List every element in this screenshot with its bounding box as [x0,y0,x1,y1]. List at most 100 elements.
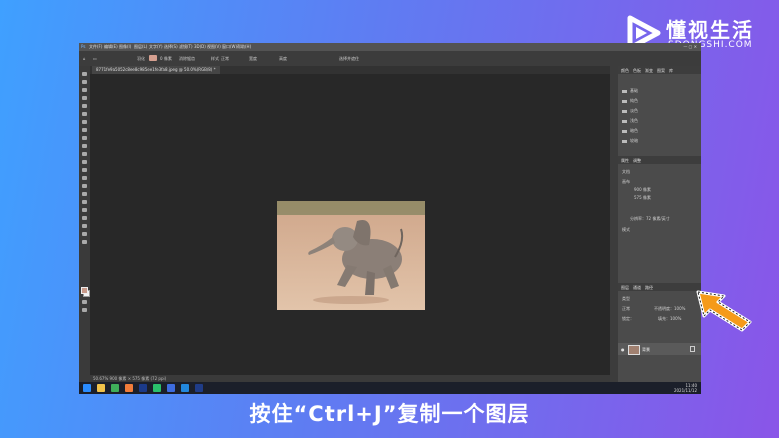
swatch-group[interactable]: 纯色 [622,98,638,104]
tab-paths[interactable]: 路径 [645,285,653,291]
pen-tool-icon[interactable] [82,192,87,196]
pointer-arrow-icon [696,290,752,332]
windows-taskbar: 11:40 2021/11/12 [79,382,701,394]
mode-label: 模式 [622,227,630,232]
brush-tool-icon[interactable] [82,136,87,140]
zoom-tool-icon[interactable] [82,232,87,236]
select-and-mask-button[interactable]: 选择并遮住 [339,56,359,62]
properties-doc-label: 文档 [622,169,630,174]
menu-bar: Ps 文件(F) 编辑(E) 图像(I) 图层(L) 文字(Y) 选择(S) 滤… [79,43,701,51]
menu-3d[interactable]: 3D(D) [194,44,206,49]
healing-brush-icon[interactable] [82,128,87,132]
swatch-group[interactable]: 浅色 [622,118,638,124]
canvas-section-label: 画布 [622,179,630,184]
tab-layers[interactable]: 图层 [621,285,629,291]
tab-patterns[interactable]: 图案 [657,68,665,74]
frame-tool-icon[interactable] [82,112,87,116]
layer-name: 背景 [642,347,650,352]
eye-icon[interactable]: ● [621,347,625,352]
path-select-icon[interactable] [82,208,87,212]
menu-window[interactable]: 窗口(W) [222,44,237,50]
layer-row-background[interactable]: ● 背景 [618,343,701,355]
style-select[interactable]: 正常 [221,56,229,62]
swatch-group[interactable]: 淡色 [622,108,638,114]
app-icon[interactable] [125,384,133,392]
elephant-photo [277,201,425,310]
menu-filter[interactable]: 滤镜(T) [179,44,193,50]
tab-adjustments[interactable]: 调整 [633,158,641,164]
gradient-tool-icon[interactable] [82,168,87,172]
menu-file[interactable]: 文件(F) [89,44,102,50]
folder-icon [622,99,627,103]
home-icon[interactable]: ⌂ [83,56,86,61]
photoshop-window: Ps 文件(F) 编辑(E) 图像(I) 图层(L) 文字(Y) 选择(S) 滤… [79,43,701,394]
browser-icon[interactable] [181,384,189,392]
swatch-group[interactable]: 较暗 [622,138,638,144]
antialias-checkbox[interactable]: 消除锯齿 [179,56,195,62]
hand-tool-icon[interactable] [82,224,87,228]
dodge-tool-icon[interactable] [82,184,87,188]
app-icon[interactable] [167,384,175,392]
swatch-group[interactable]: 基础 [622,88,638,94]
menu-select[interactable]: 选择(S) [164,44,178,50]
text-tool-icon[interactable] [82,200,87,204]
folder-icon [622,129,627,133]
tab-swatches[interactable]: 色板 [633,68,641,74]
tab-channels[interactable]: 通道 [633,285,641,291]
file-explorer-icon[interactable] [97,384,105,392]
ps-logo-icon: Ps [81,44,86,49]
width-label: 宽度 [249,56,257,61]
start-icon[interactable] [83,384,91,392]
fill-field[interactable]: 填充：100% [658,316,681,322]
lock-icon[interactable] [690,346,695,352]
photoshop-taskbar-icon[interactable] [139,384,147,392]
document-tab[interactable]: 8771fe9a5052c8ee8c985ee1fe3fa8.jpeg @ 50… [92,66,220,74]
foreground-color-swatch[interactable] [81,287,88,294]
screen-mode-icon[interactable] [82,308,87,312]
more-tools-icon[interactable] [82,240,87,244]
tab-color[interactable]: 颜色 [621,68,629,74]
menu-edit[interactable]: 编辑(E) [104,44,118,50]
menu-type[interactable]: 文字(Y) [149,44,163,50]
history-brush-icon[interactable] [82,152,87,156]
clone-stamp-icon[interactable] [82,144,87,148]
chrome-icon[interactable] [111,384,119,392]
properties-panel-header: 属性 调整 [618,156,701,164]
window-controls[interactable]: — ▢ ✕ [683,44,697,49]
opacity-field[interactable]: 不透明度：100% [654,306,685,312]
lasso-tool-icon[interactable] [82,88,87,92]
feather-field[interactable] [149,55,157,61]
blur-tool-icon[interactable] [82,176,87,180]
eraser-tool-icon[interactable] [82,160,87,164]
folder-icon [622,119,627,123]
style-label: 样式 [211,56,219,61]
menu-view[interactable]: 视图(V) [207,44,221,50]
canvas-height-value[interactable]: 575 像素 [634,195,651,201]
wechat-icon[interactable] [153,384,161,392]
menu-help[interactable]: 帮助(H) [237,44,251,50]
shape-tool-icon[interactable] [82,216,87,220]
canvas-width-value[interactable]: 900 像素 [634,187,651,193]
quick-select-tool-icon[interactable] [82,96,87,100]
tab-libraries[interactable]: 库 [669,68,673,74]
crop-tool-icon[interactable] [82,104,87,108]
layer-kind-filter[interactable]: 类型 [622,296,630,302]
move-tool-icon[interactable] [82,72,87,76]
lock-label: 锁定： [622,316,634,321]
swatch-group[interactable]: 暗色 [622,128,638,134]
layers-panel-header: 图层 通道 路径 [618,283,701,291]
panel-icon-strip [610,66,618,382]
photoshop-taskbar-icon[interactable] [195,384,203,392]
height-label: 高度 [279,56,287,61]
tab-properties[interactable]: 属性 [621,158,629,164]
menu-layer[interactable]: 图层(L) [134,44,147,50]
system-tray-clock[interactable]: 11:40 2021/11/12 [674,383,697,393]
menu-image[interactable]: 图像(I) [119,44,131,50]
marquee-tool-icon[interactable]: ▭ [93,56,97,61]
blend-mode-select[interactable]: 正常 [622,306,630,312]
marquee-tool-icon[interactable] [82,80,87,84]
tab-gradients[interactable]: 渐变 [645,68,653,74]
eyedropper-tool-icon[interactable] [82,120,87,124]
quick-mask-icon[interactable] [82,300,87,304]
canvas-area[interactable] [90,74,610,375]
